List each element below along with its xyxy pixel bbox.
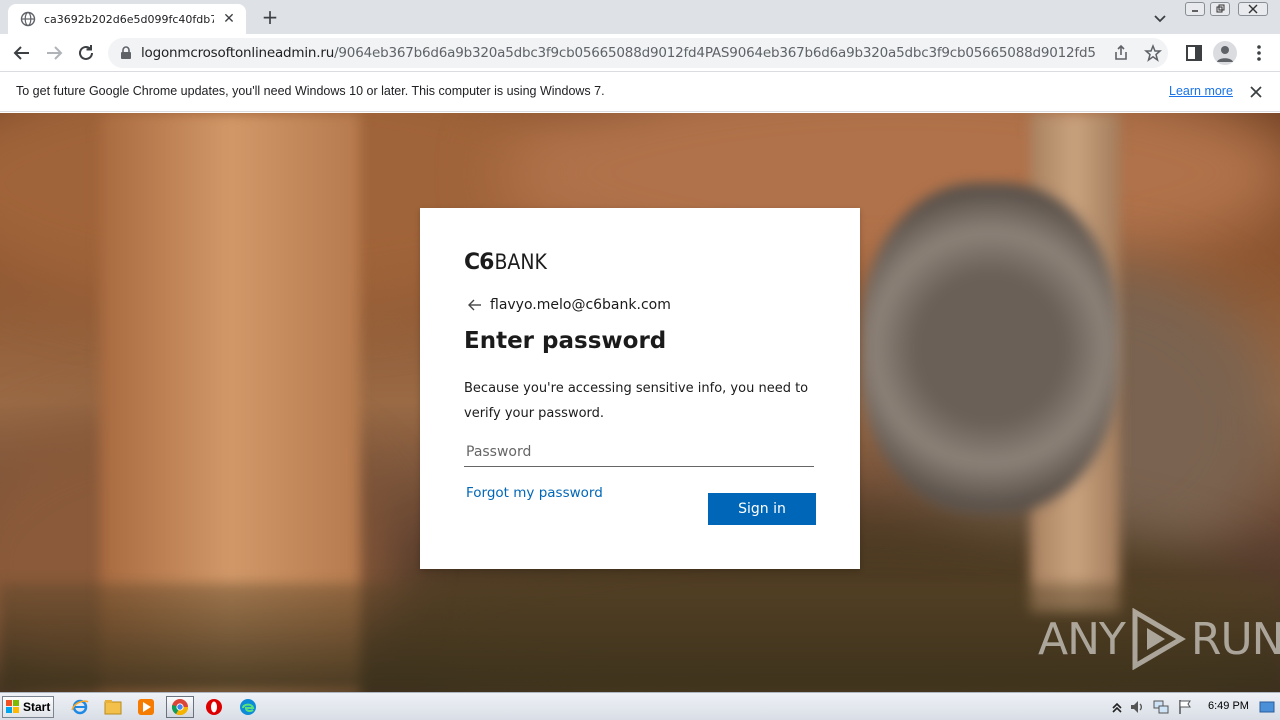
side-panel-icon[interactable] — [1183, 42, 1205, 64]
anyrun-watermark: ANY RUN — [1038, 608, 1280, 670]
url-path: /9064eb367b6d6a9b320a5dbc3f9cb05665088d9… — [334, 45, 1096, 61]
tab-title: ca3692b202d6e5d099fc40fdb7793 — [44, 12, 214, 26]
folder-icon — [104, 700, 122, 715]
edge-icon — [240, 699, 256, 715]
media-player-icon — [138, 699, 154, 715]
url-text: logonmcrosoftonlineadmin.ru/9064eb367b6d… — [141, 45, 1096, 61]
action-center-flag-icon[interactable] — [1176, 698, 1194, 716]
share-icon[interactable] — [1112, 44, 1130, 62]
back-icon[interactable] — [10, 41, 34, 65]
description-text: Because you're accessing sensitive info,… — [464, 381, 809, 421]
minimize-icon — [1192, 10, 1198, 12]
browser-toolbar: logonmcrosoftonlineadmin.ru/9064eb367b6d… — [0, 34, 1280, 72]
chevron-down-icon[interactable] — [1150, 8, 1170, 28]
watermark-left: ANY — [1038, 613, 1126, 665]
taskbar-clock: 6:49 PM — [1208, 700, 1249, 712]
restore-icon — [1216, 4, 1225, 13]
browser-tab[interactable]: ca3692b202d6e5d099fc40fdb7793 ✕ — [8, 4, 246, 34]
minimize-button[interactable] — [1185, 2, 1205, 16]
page-title: Enter password — [464, 328, 667, 354]
close-icon — [1248, 4, 1258, 14]
opera-icon — [206, 699, 222, 715]
profile-avatar[interactable] — [1213, 41, 1237, 65]
start-label: Start — [23, 700, 51, 714]
windows-logo-icon — [6, 700, 19, 713]
close-tab-icon[interactable]: ✕ — [220, 11, 238, 27]
logo-c6: C6 — [464, 249, 494, 275]
close-window-button[interactable] — [1238, 2, 1268, 16]
menu-kebab-icon[interactable] — [1248, 42, 1270, 64]
windows-taskbar: Start 6:49 PM — [0, 692, 1280, 720]
opera-taskbar-button[interactable] — [200, 696, 228, 718]
watermark-right: RUN — [1190, 613, 1280, 665]
show-hidden-icons-icon[interactable] — [1108, 698, 1126, 716]
password-input[interactable] — [464, 438, 814, 467]
edge-taskbar-button[interactable] — [234, 696, 262, 718]
restore-button[interactable] — [1210, 2, 1230, 16]
volume-icon[interactable] — [1128, 698, 1146, 716]
chrome-icon — [171, 699, 189, 716]
new-tab-button[interactable]: + — [258, 6, 282, 30]
arrow-left-icon[interactable] — [466, 296, 484, 314]
login-card: C6 BANK flavyo.melo@c6bank.com Enter pas… — [420, 208, 860, 569]
explorer-taskbar-button[interactable] — [99, 696, 127, 718]
update-infobar: To get future Google Chrome updates, you… — [0, 72, 1280, 112]
forgot-password-link[interactable]: Forgot my password — [466, 485, 603, 501]
play-logo-icon — [1132, 608, 1186, 670]
globe-icon — [20, 11, 36, 27]
url-host: logonmcrosoftonlineadmin.ru — [141, 45, 335, 61]
reload-icon[interactable] — [74, 41, 98, 65]
user-icon — [1217, 46, 1233, 62]
infobar-message: To get future Google Chrome updates, you… — [16, 84, 605, 98]
show-desktop-icon[interactable] — [1258, 698, 1276, 716]
learn-more-link[interactable]: Learn more — [1169, 84, 1233, 98]
account-email: flavyo.melo@c6bank.com — [490, 297, 671, 313]
identity-banner[interactable]: flavyo.melo@c6bank.com — [466, 296, 671, 314]
close-icon[interactable] — [1247, 83, 1265, 101]
forward-icon[interactable] — [42, 41, 66, 65]
chrome-taskbar-button[interactable] — [166, 696, 194, 718]
c6bank-logo: C6 BANK — [464, 249, 547, 275]
internet-explorer-icon — [71, 699, 89, 715]
start-button[interactable]: Start — [2, 696, 54, 718]
address-bar[interactable]: logonmcrosoftonlineadmin.ru/9064eb367b6d… — [108, 38, 1168, 68]
sign-in-button[interactable]: Sign in — [708, 493, 816, 525]
network-icon[interactable] — [1152, 698, 1170, 716]
logo-bank: BANK — [494, 250, 547, 274]
tab-strip: ca3692b202d6e5d099fc40fdb7793 ✕ + — [0, 0, 1280, 34]
ie-taskbar-button[interactable] — [66, 696, 94, 718]
bookmark-star-icon[interactable] — [1144, 44, 1162, 62]
media-player-taskbar-button[interactable] — [132, 696, 160, 718]
lock-icon[interactable] — [120, 46, 132, 60]
